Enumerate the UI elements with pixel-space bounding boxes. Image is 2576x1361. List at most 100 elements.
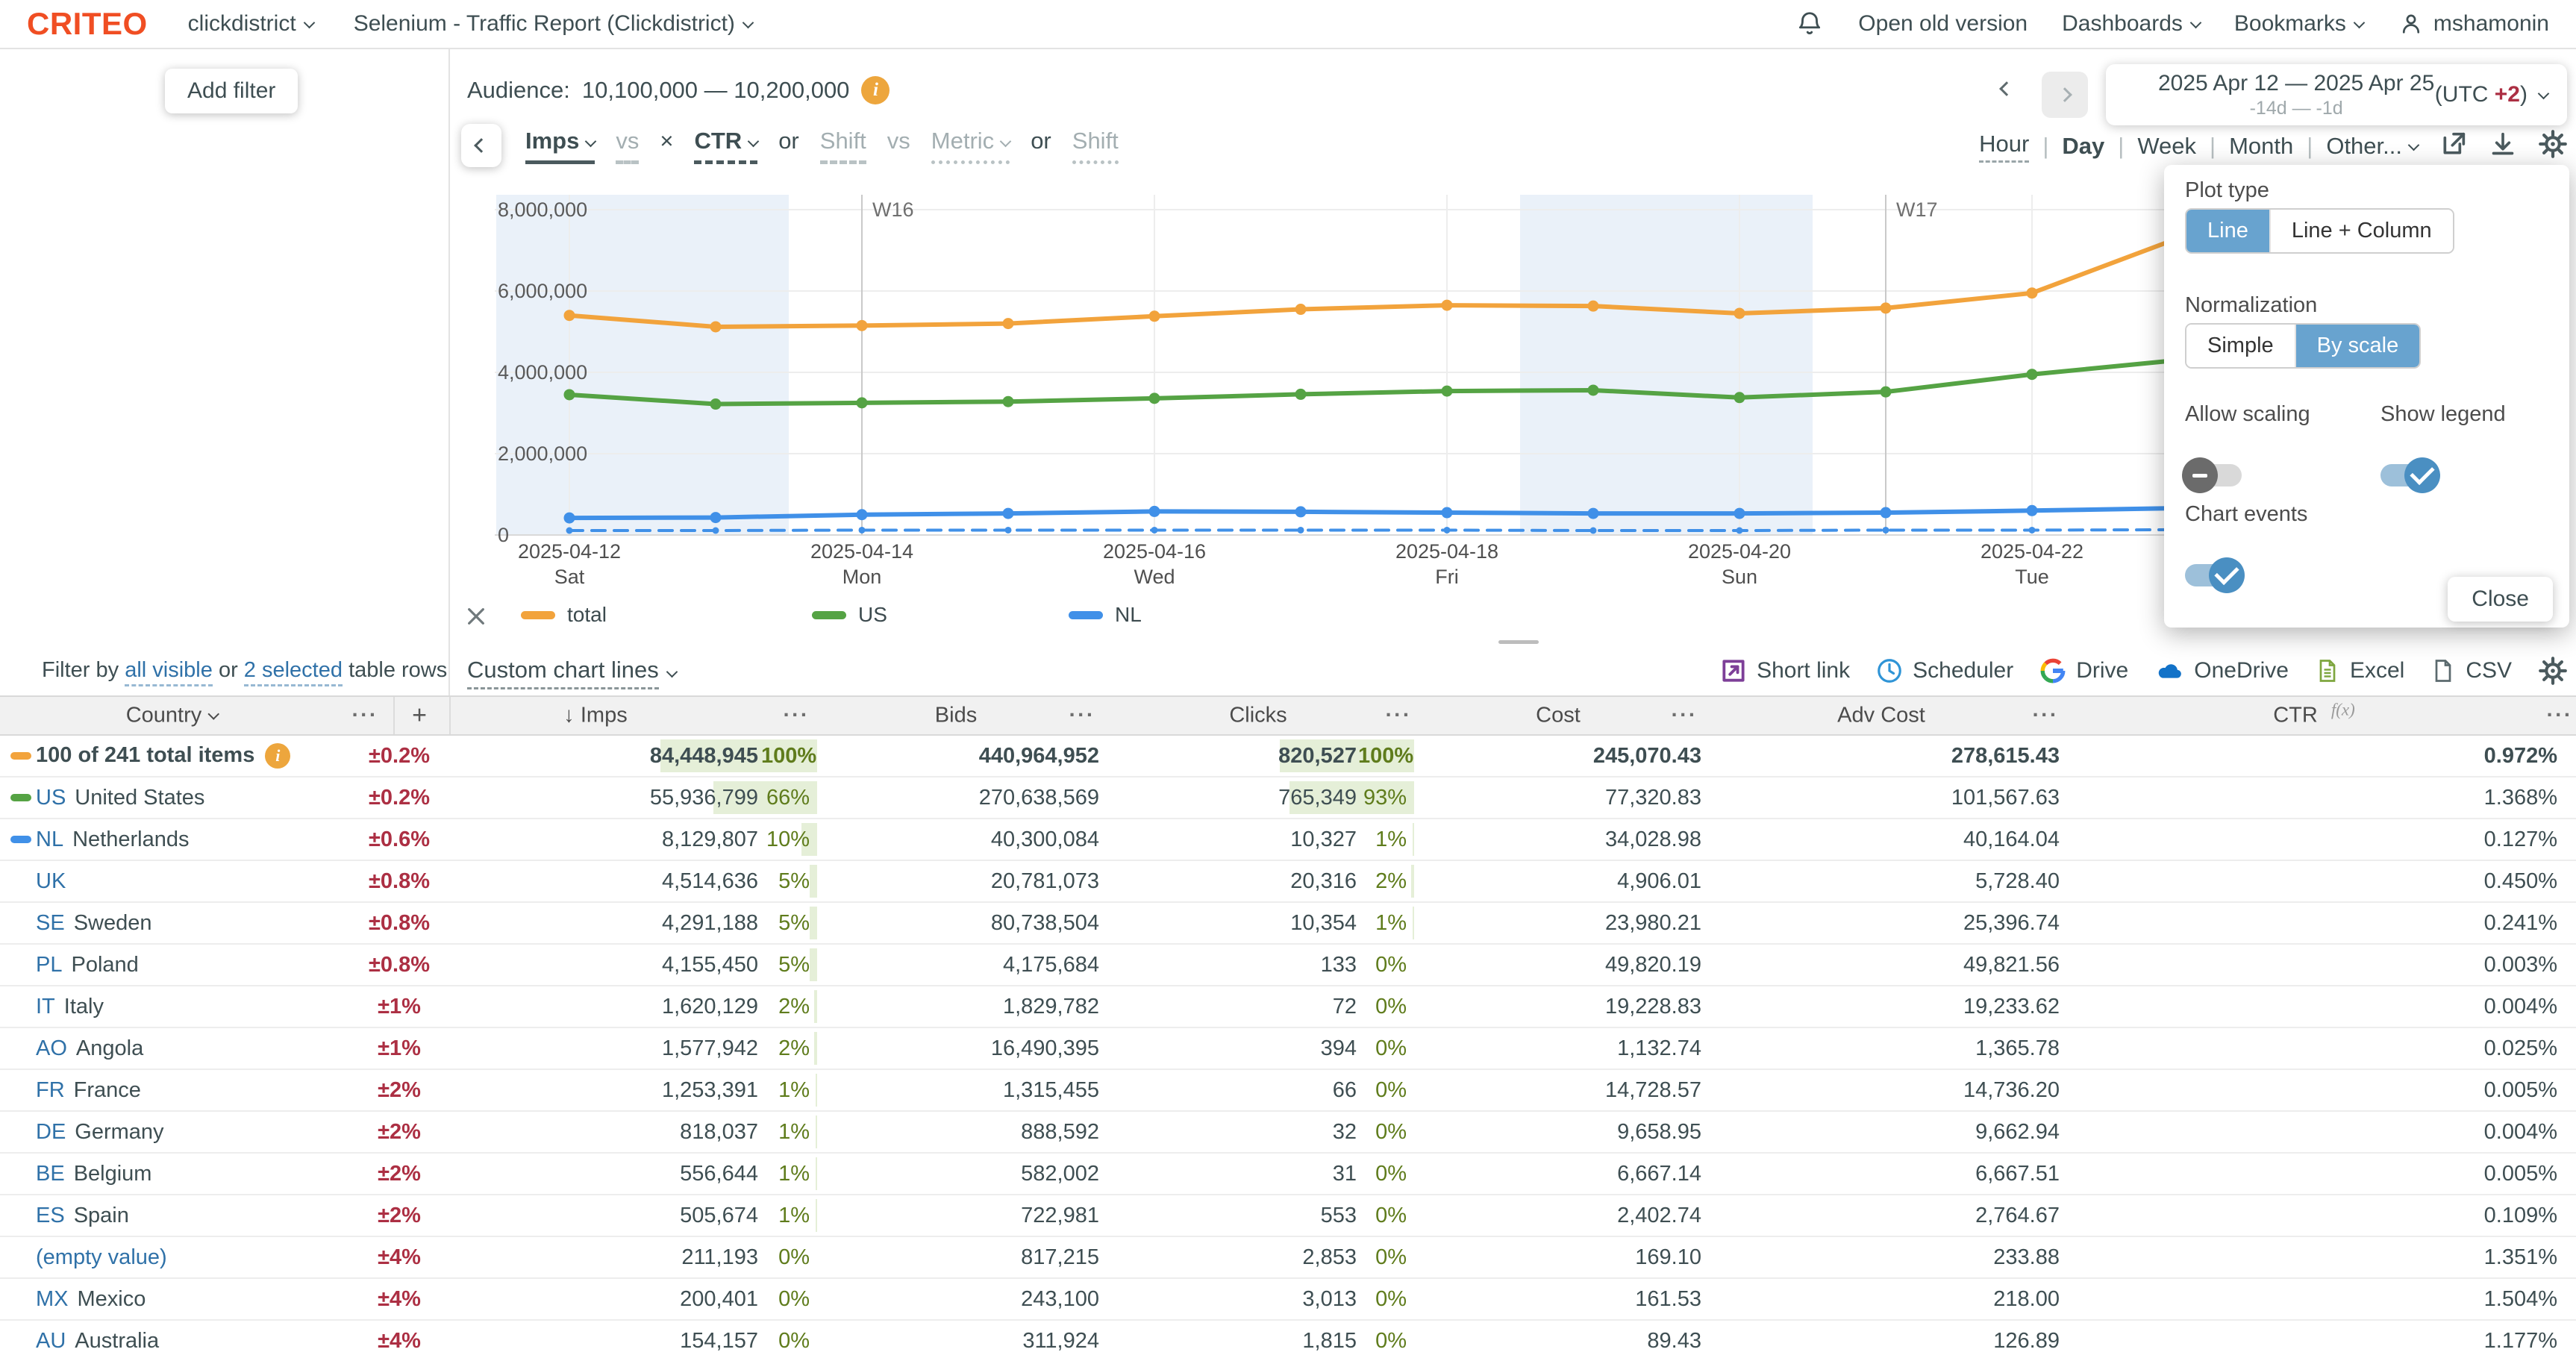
chart-settings-gear-icon[interactable]: [2537, 128, 2569, 160]
table-row[interactable]: PLPoland±0.8%4,155,4505%4,175,6841330%49…: [0, 945, 2576, 986]
export-google-drive[interactable]: Drive: [2039, 657, 2128, 685]
export-scheduler-clock[interactable]: Scheduler: [1875, 657, 2013, 685]
table-row[interactable]: ITItaly±1%1,620,1292%1,829,782720%19,228…: [0, 986, 2576, 1028]
country-code-link[interactable]: ES: [36, 1204, 65, 1227]
add-column-button[interactable]: +: [412, 701, 427, 730]
export-excel-file[interactable]: Excel: [2314, 657, 2404, 684]
normalization-option-simple[interactable]: Simple: [2186, 325, 2295, 367]
normalization-option-byscale[interactable]: By scale: [2295, 325, 2420, 367]
metric-item-imps[interactable]: Imps: [525, 128, 595, 164]
info-icon[interactable]: i: [265, 743, 290, 769]
metric-item-vs[interactable]: vs: [887, 128, 910, 164]
table-row[interactable]: MXMexico±4%200,4010%243,1003,0130%161.53…: [0, 1279, 2576, 1321]
column-header-clicks[interactable]: Clicks: [1229, 704, 1287, 728]
download-chart-icon[interactable]: [2488, 129, 2518, 159]
country-code-link[interactable]: PL: [36, 953, 62, 977]
notifications-button[interactable]: [1795, 10, 1824, 38]
add-filter-button[interactable]: Add filter: [165, 69, 298, 113]
country-code-link[interactable]: MX: [36, 1287, 69, 1311]
chart-back-button[interactable]: [461, 124, 501, 167]
toggle-switch[interactable]: [2380, 464, 2437, 486]
user-menu[interactable]: mshamonin: [2398, 10, 2549, 37]
column-menu-icon[interactable]: ···: [2033, 704, 2059, 728]
date-prev-button[interactable]: [2001, 84, 2012, 98]
metric-item-or[interactable]: or: [778, 128, 799, 164]
metric-item-shift[interactable]: Shift: [1072, 128, 1119, 164]
open-old-version-link[interactable]: Open old version: [1858, 11, 2028, 37]
filter-selected-link[interactable]: 2 selected: [244, 658, 343, 686]
legend-close-icon[interactable]: [464, 604, 488, 628]
table-settings-gear-icon[interactable]: [2537, 655, 2569, 686]
bookmarks-menu[interactable]: Bookmarks: [2234, 11, 2363, 37]
column-menu-icon[interactable]: ···: [2547, 704, 2573, 728]
table-row[interactable]: FRFrance±2%1,253,3911%1,315,455660%14,72…: [0, 1070, 2576, 1112]
custom-chart-lines-toggle[interactable]: Custom chart lines: [467, 657, 676, 689]
legend-item-total[interactable]: total: [521, 603, 607, 627]
metric-item-vs[interactable]: vs: [616, 128, 639, 164]
country-code-link[interactable]: AU: [36, 1329, 66, 1353]
table-row[interactable]: AUAustralia±4%154,1570%311,9241,8150%89.…: [0, 1321, 2576, 1361]
table-row[interactable]: (empty value)±4%211,1930%817,2152,8530%1…: [0, 1237, 2576, 1279]
country-code-link[interactable]: NL: [36, 827, 63, 851]
granularity-day[interactable]: Day: [2062, 133, 2104, 160]
granularity-week[interactable]: Week: [2137, 133, 2196, 160]
toggle-switch[interactable]: [2185, 464, 2242, 486]
column-header-country[interactable]: Country: [126, 704, 218, 728]
country-code-link[interactable]: AO: [36, 1036, 67, 1060]
legend-item-us[interactable]: US: [812, 603, 887, 627]
granularity-month[interactable]: Month: [2229, 133, 2293, 160]
country-code-link[interactable]: UK: [36, 869, 66, 893]
column-header-ctr[interactable]: CTRf(x): [2273, 704, 2355, 728]
toggle-switch[interactable]: [2185, 564, 2242, 586]
table-row[interactable]: UK±0.8%4,514,6365%20,781,07320,3162%4,90…: [0, 861, 2576, 903]
granularity-other[interactable]: Other...: [2326, 133, 2418, 160]
export-onedrive-cloud[interactable]: OneDrive: [2154, 655, 2289, 686]
metric-item-ctr[interactable]: CTR: [694, 128, 757, 164]
metric-item-x[interactable]: ×: [660, 128, 673, 164]
table-row[interactable]: NLNetherlands±0.6%8,129,80710%40,300,084…: [0, 819, 2576, 861]
country-code-link[interactable]: US: [36, 786, 66, 810]
timezone-selector[interactable]: (UTC +2): [2435, 82, 2548, 107]
country-code-link[interactable]: FR: [36, 1078, 65, 1102]
table-row[interactable]: USUnited States±0.2%55,936,79966%270,638…: [0, 778, 2576, 819]
settings-close-button[interactable]: Close: [2448, 577, 2553, 622]
legend-item-nl[interactable]: NL: [1069, 603, 1142, 627]
country-code-link[interactable]: IT: [36, 995, 55, 1019]
table-row[interactable]: 100 of 241 total itemsi±0.2%84,448,94510…: [0, 736, 2576, 778]
plot-type-option-linecolumn[interactable]: Line + Column: [2269, 210, 2453, 252]
column-header-advcost[interactable]: Adv Cost: [1837, 704, 1925, 728]
audience-info-icon[interactable]: i: [861, 76, 890, 104]
dashboards-menu[interactable]: Dashboards: [2062, 11, 2200, 37]
country-code-link[interactable]: BE: [36, 1162, 65, 1186]
country-code-link[interactable]: DE: [36, 1120, 66, 1144]
date-next-button[interactable]: [2042, 72, 2088, 118]
plot-type-option-line[interactable]: Line: [2186, 210, 2269, 252]
export-short-link[interactable]: Short link: [1719, 657, 1850, 685]
column-header-bids[interactable]: Bids: [935, 704, 977, 728]
open-chart-icon[interactable]: [2439, 129, 2469, 159]
table-row[interactable]: BEBelgium±2%556,6441%582,002310%6,667.14…: [0, 1154, 2576, 1195]
column-menu-icon[interactable]: ···: [1069, 704, 1095, 728]
column-menu-icon[interactable]: ···: [1386, 704, 1412, 728]
column-menu-icon[interactable]: ···: [352, 704, 378, 728]
report-selector[interactable]: Selenium - Traffic Report (Clickdistrict…: [354, 11, 752, 37]
metric-item-shift[interactable]: Shift: [820, 128, 866, 164]
filter-all-visible-link[interactable]: all visible: [125, 658, 213, 686]
column-menu-icon[interactable]: ···: [1672, 704, 1698, 728]
table-row[interactable]: DEGermany±2%818,0371%888,592320%9,658.95…: [0, 1112, 2576, 1154]
country-code-link[interactable]: SE: [36, 911, 65, 935]
granularity-hour[interactable]: Hour: [1979, 131, 2029, 163]
account-selector[interactable]: clickdistrict: [188, 11, 313, 37]
empty-value-link[interactable]: (empty value): [36, 1245, 167, 1269]
column-header-imps[interactable]: ↓ Imps: [563, 704, 627, 728]
date-range-picker[interactable]: 2025 Apr 12 — 2025 Apr 25 -14d — -1d (UT…: [2106, 64, 2567, 125]
chart-resize-handle[interactable]: [1498, 640, 1539, 644]
table-row[interactable]: AOAngola±1%1,577,9422%16,490,3953940%1,1…: [0, 1028, 2576, 1070]
metric-item-metric[interactable]: Metric: [931, 128, 1010, 164]
column-header-cost[interactable]: Cost: [1536, 704, 1581, 728]
table-row[interactable]: ESSpain±2%505,6741%722,9815530%2,402.742…: [0, 1195, 2576, 1237]
export-csv-file[interactable]: CSV: [2430, 657, 2512, 684]
column-menu-icon[interactable]: ···: [784, 704, 810, 728]
metric-item-or[interactable]: or: [1031, 128, 1051, 164]
table-row[interactable]: SESweden±0.8%4,291,1885%80,738,50410,354…: [0, 903, 2576, 945]
